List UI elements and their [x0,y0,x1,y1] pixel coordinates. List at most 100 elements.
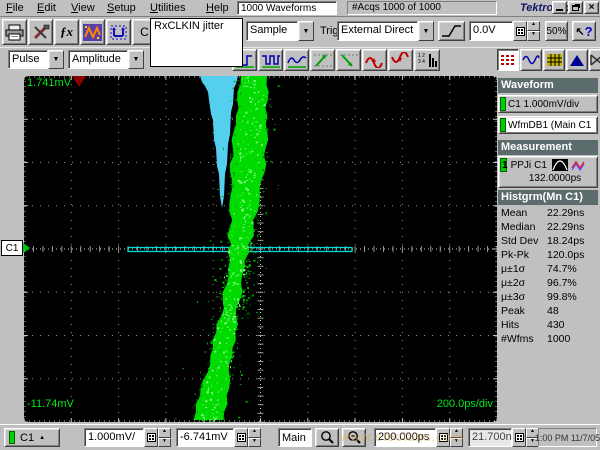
main-toolbar: ƒx C RxCLKIN jitter Sample ▼ Trig [0,17,600,48]
menu-file[interactable]: File [4,2,26,14]
keypad-button[interactable] [234,428,248,447]
channel-color-bar [500,97,506,111]
waveform-thumb-icon [571,159,586,171]
close-button[interactable]: × [584,1,599,14]
stat-row-mean: Mean22.29ns [501,207,598,221]
spin-down-button[interactable]: ▼ [248,438,261,448]
horizontal-scale-input[interactable]: 200.000ps [374,428,436,447]
timebase-readout: 200.0ps/div [437,398,493,410]
stat-value: 120.0ps [547,249,598,263]
spin-down-button[interactable]: ▼ [527,31,540,41]
trigger-position-marker[interactable] [72,76,86,87]
measurement-section-header: Measurement [498,140,598,155]
trigger-slope-button[interactable] [438,21,465,41]
restore-button[interactable] [568,1,583,14]
menu-view[interactable]: View [69,2,97,14]
trigger-source-dropdown[interactable]: External Direct ▼ [337,21,434,41]
bottom-scale-readout: -11.74mV [27,398,74,410]
measure-cycle-button[interactable] [284,49,309,71]
tooltip-popup: RxCLKIN jitter [150,18,243,67]
keypad-button[interactable] [512,428,526,447]
waveform-item-label: C1 1.000mV/div [508,99,579,110]
top-scale-readout: 1.741mV [27,77,71,89]
channel-select-button[interactable]: C1 ▲ [4,428,60,447]
chevron-down-icon[interactable]: ▼ [418,21,434,41]
stat-value: 18.24ps [547,235,598,249]
display-mask-button[interactable] [589,49,600,71]
channel-select-label: C1 [20,432,34,444]
measure-category-dropdown[interactable]: Pulse ▼ [8,50,64,69]
measure-frequency-button[interactable] [258,49,283,71]
vertical-offset-input[interactable]: -6.741mV [176,428,234,447]
print-button[interactable] [2,19,27,45]
context-help-button[interactable]: ↖? [572,21,596,41]
keypad-button[interactable] [144,428,158,447]
zoom-in-button[interactable] [315,428,339,447]
menu-utilities[interactable]: Utilities [148,2,187,14]
spin-down-button[interactable]: ▼ [450,438,463,448]
frequency-measure-icon [261,52,281,68]
stat-row-median: Median22.29ns [501,221,598,235]
printer-icon [5,24,24,41]
math-fx-button[interactable]: ƒx [54,19,79,45]
stat-label: Mean [501,207,547,221]
stat-value: 1000 [547,333,598,347]
display-dots-button[interactable] [497,49,519,71]
display-histogram-button[interactable] [566,49,588,71]
keypad-button[interactable] [436,428,450,447]
chevron-down-icon[interactable]: ▼ [298,21,314,41]
measure-rise-button[interactable] [310,49,335,71]
waveform-section-header: Waveform [498,78,598,93]
acquisition-mode-value: Sample [246,21,298,41]
zoom-out-button[interactable] [342,428,366,447]
stat-value: 430 [547,319,598,333]
menu-setup[interactable]: Setup [105,2,138,14]
waveform-item-c1[interactable]: C1 1.000mV/div [498,95,598,113]
channel-c1-position-marker[interactable]: C1 [1,240,23,256]
svg-text:3 4: 3 4 [418,59,425,65]
measure-neg-width-button[interactable] [388,49,413,71]
help-question-icon: ? [585,24,593,39]
measure-pos-width-button[interactable] [362,49,387,71]
keypad-button[interactable] [513,21,527,41]
waveform-item-wfmdb1[interactable]: WfmDB1 (Main C1 [498,116,598,134]
chevron-down-icon[interactable]: ▼ [128,50,144,69]
measurement-item-ppji[interactable]: 1 PPJi C1 132.0000ps [498,156,598,188]
menu-edit[interactable]: Edit [35,2,58,14]
chevron-down-icon[interactable]: ▼ [48,50,64,69]
vertical-scale-input[interactable]: 1.000mV/ [84,428,144,447]
trigger-level-control: 0.0V ▲ ▼ [469,21,540,41]
waveform-count-readout: 1000 Waveforms [237,1,337,15]
rise-time-icon [313,52,333,68]
fx-icon: ƒx [60,24,73,40]
measurement-source: C1 [534,160,547,171]
spin-down-button[interactable]: ▼ [158,438,171,448]
measure-fall-button[interactable] [336,49,361,71]
spin-up-button[interactable]: ▲ [527,21,540,31]
spin-up-button[interactable]: ▲ [248,428,261,438]
display-vector-button[interactable] [520,49,542,71]
stat-value: 74.7% [547,263,598,277]
vertical-offset-control: -6.741mV ▲▼ [176,428,261,447]
measure-histogram-button[interactable]: 1 2 3 4 [414,49,440,71]
measure-type-dropdown[interactable]: Amplitude ▼ [68,50,144,69]
stat-row-mu3sigma: μ±3σ99.8% [501,291,598,305]
zoom-tool-button[interactable] [106,19,131,45]
spin-up-button[interactable]: ▲ [450,428,463,438]
menu-help[interactable]: Help [204,2,231,14]
waveform-display-button[interactable] [80,19,105,45]
stat-label: Std Dev [501,235,547,249]
display-infinite-persist-button[interactable] [543,49,565,71]
scope-application-window: File Edit View Setup Utilities Help 1000… [0,0,600,450]
stat-label: Hits [501,319,547,333]
horizontal-position-input[interactable]: 21.700n [468,428,512,447]
timebase-mode-field[interactable]: Main [278,428,312,447]
acquisition-mode-dropdown[interactable]: Sample ▼ [246,21,314,41]
set-to-50pct-button[interactable]: 50% [545,21,568,41]
graticule-svg [24,76,497,422]
trigger-level-input[interactable]: 0.0V [469,21,513,41]
minimize-button[interactable] [552,1,567,14]
tools-setup-button[interactable] [28,19,53,45]
spin-up-button[interactable]: ▲ [158,428,171,438]
stat-value: 22.29ns [547,207,598,221]
